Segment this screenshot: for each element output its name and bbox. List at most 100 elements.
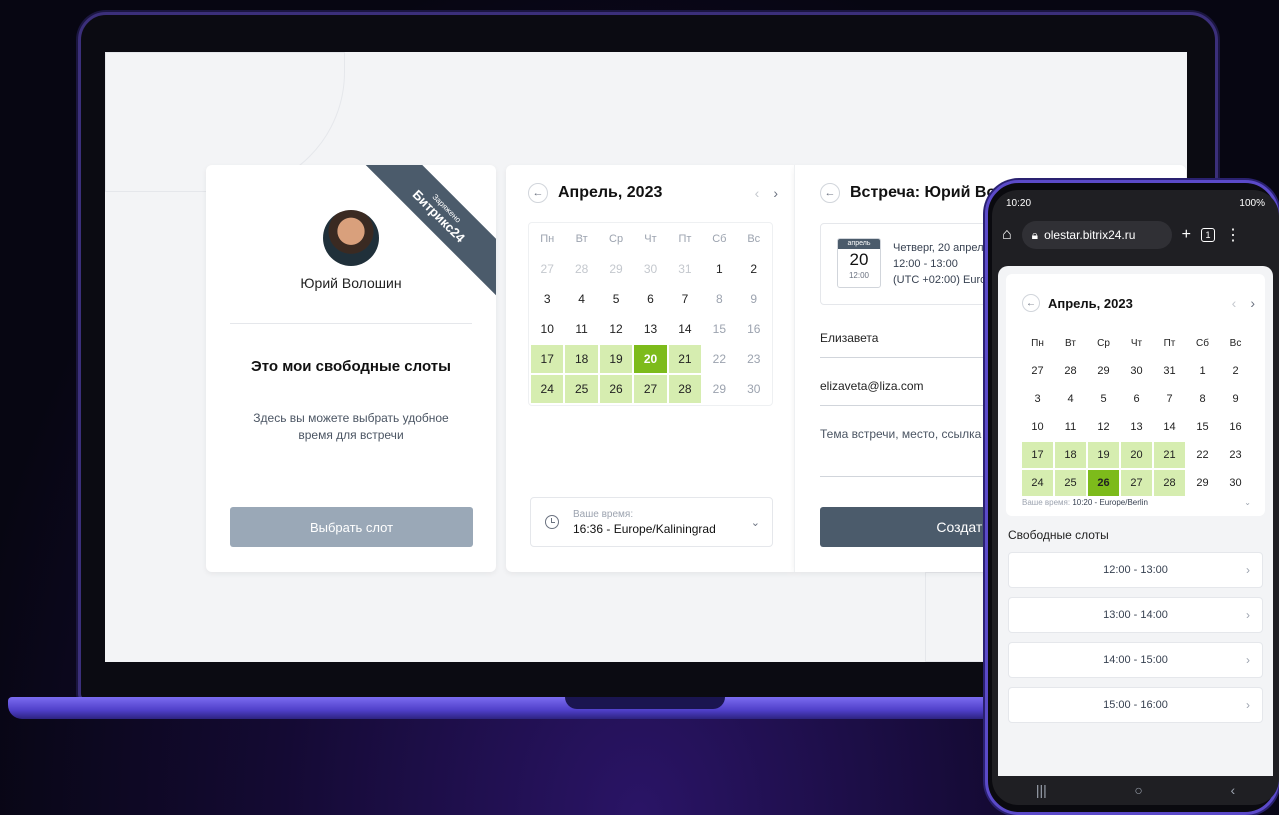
day-cell[interactable]: 20 (1121, 442, 1152, 468)
weekday-header: Вс (747, 233, 761, 245)
new-tab-icon[interactable]: + (1182, 226, 1191, 244)
day-cell[interactable]: 26 (1088, 470, 1119, 496)
phone-screen: 10:20 100% ⌂ 🔒︎ olestar.bitrix24.ru + 1 … (992, 190, 1279, 805)
time-slot[interactable]: 15:00 - 16:00 › (1008, 687, 1263, 723)
day-cell: 13 (1130, 421, 1143, 433)
weekday-header: Вт (1065, 337, 1076, 349)
day-cell: 27 (1031, 365, 1044, 377)
day-cell[interactable]: 19 (1088, 442, 1119, 468)
weekday-header: Пт (678, 233, 692, 245)
weekday-header: Вс (1229, 337, 1242, 349)
laptop-notch (565, 697, 725, 709)
day-cell: 1 (1199, 365, 1206, 377)
day-cell: 29 (712, 382, 727, 396)
chevron-right-icon: › (1246, 608, 1250, 622)
day-cell: 4 (1067, 393, 1074, 405)
day-cell: 5 (612, 292, 620, 306)
next-month-icon[interactable]: › (773, 185, 778, 201)
phone-calendar-grid: Пн Вт Ср Чт Пт Сб Вс 27 28 29 30 31 1 2 3 4 5 6 7 8 9 10 11 12 1… (1022, 330, 1251, 496)
back-arrow-icon[interactable]: ← (1022, 294, 1040, 312)
phone-timezone-select[interactable]: Ваше время: 10:20 - Europe/Berlin ⌄ (1022, 498, 1251, 507)
day-cell[interactable]: 26 (599, 375, 633, 403)
back-nav-icon[interactable]: ‹ (1230, 782, 1235, 798)
home-icon[interactable]: ⌂ (1002, 226, 1012, 244)
day-cell: 2 (1232, 365, 1239, 377)
day-cell: 28 (574, 262, 589, 276)
day-cell[interactable]: 28 (1154, 470, 1185, 496)
day-cell[interactable]: 27 (1121, 470, 1152, 496)
day-cell[interactable]: 25 (1055, 470, 1086, 496)
phone-calendar-card: ← Апрель, 2023 ‹ › Пн Вт Ср Чт Пт Сб Вс 27 28 29 3… (1006, 274, 1265, 516)
day-cell: 5 (1100, 393, 1107, 405)
day-cell[interactable]: 21 (668, 345, 702, 373)
back-arrow-icon[interactable]: ← (820, 183, 840, 203)
calendar-card: ← Апрель, 2023 ‹ › Пн Вт Ср Чт Пт Сб Вс 27 28 29 3… (506, 165, 794, 572)
timezone-select[interactable]: Ваше время: 16:36 - Europe/Kaliningrad ⌄ (530, 497, 773, 547)
chevron-right-icon: › (1246, 653, 1250, 667)
day-cell: 14 (678, 322, 692, 336)
day-cell: 7 (681, 292, 689, 306)
day-cell: 10 (540, 322, 554, 336)
chevron-right-icon: › (1246, 563, 1250, 577)
day-cell: 8 (716, 292, 723, 306)
time-slot[interactable]: 14:00 - 15:00 › (1008, 642, 1263, 678)
day-cell: 22 (712, 352, 727, 366)
day-cell: 27 (540, 262, 554, 276)
day-cell: 13 (643, 322, 658, 336)
weekday-header: Сб (1196, 337, 1209, 349)
day-cell[interactable]: 18 (1055, 442, 1086, 468)
weekday-header: Пт (1163, 337, 1176, 349)
prev-month-icon[interactable]: ‹ (755, 185, 760, 201)
day-cell[interactable]: 18 (565, 345, 598, 373)
day-cell: 12 (1097, 421, 1110, 433)
url-text: olestar.bitrix24.ru (1044, 228, 1136, 242)
day-cell: 4 (578, 292, 585, 306)
calendar-title: Апрель, 2023 (558, 184, 663, 201)
day-cell: 6 (1133, 393, 1140, 405)
divider (230, 323, 472, 324)
weekday-header: Вт (575, 233, 588, 245)
back-arrow-icon[interactable]: ← (528, 183, 548, 203)
day-cell: 3 (1034, 393, 1041, 405)
status-time: 10:20 (1006, 197, 1032, 209)
day-cell: 22 (1196, 449, 1209, 461)
day-cell[interactable]: 27 (634, 375, 667, 403)
day-cell[interactable]: 24 (531, 375, 564, 403)
day-cell[interactable]: 17 (531, 345, 564, 373)
day-cell[interactable]: 17 (1022, 442, 1053, 468)
badge-day: 20 (849, 250, 869, 269)
calendar-grid: Пн Вт Ср Чт Пт Сб Вс 27 28 29 30 31 1 2 3 4 5 6 7 8 9 10 11 12 1… (528, 222, 773, 406)
day-cell: 2 (750, 262, 758, 276)
profile-name: Юрий Волошин (300, 275, 402, 291)
day-cell: 16 (747, 322, 761, 336)
time-slot[interactable]: 13:00 - 14:00 › (1008, 597, 1263, 633)
day-cell[interactable]: 24 (1022, 470, 1053, 496)
phone-page: ← Апрель, 2023 ‹ › Пн Вт Ср Чт Пт Сб Вс 27 28 29 3… (998, 266, 1273, 776)
phone-timezone-label: Ваше время: (1022, 498, 1071, 507)
day-cell[interactable]: 21 (1154, 442, 1185, 468)
menu-icon[interactable]: ⋮ (1225, 225, 1241, 245)
chevron-down-icon: ⌄ (750, 516, 760, 529)
time-slot[interactable]: 12:00 - 13:00 › (1008, 552, 1263, 588)
day-cell[interactable]: 25 (565, 375, 598, 403)
day-cell: 11 (1064, 421, 1077, 433)
next-month-icon[interactable]: › (1250, 295, 1255, 311)
day-cell: 8 (1199, 393, 1206, 405)
day-cell: 29 (1196, 477, 1209, 489)
battery-status: 100% (1239, 197, 1265, 209)
day-cell[interactable]: 28 (668, 375, 702, 403)
day-cell[interactable]: 20 (634, 345, 667, 373)
prev-month-icon[interactable]: ‹ (1232, 295, 1237, 311)
recent-apps-icon[interactable]: ||| (1036, 782, 1047, 798)
tab-switcher-icon[interactable]: 1 (1201, 228, 1216, 242)
day-cell[interactable]: 19 (599, 345, 633, 373)
home-button-icon[interactable]: ○ (1134, 782, 1142, 798)
day-cell: 30 (1229, 477, 1242, 489)
chevron-right-icon: › (1246, 698, 1250, 712)
day-cell: 15 (1196, 421, 1209, 433)
day-cell: 14 (1163, 421, 1176, 433)
weekday-header: Ср (1097, 337, 1110, 349)
day-cell: 30 (747, 382, 761, 396)
address-bar[interactable]: 🔒︎ olestar.bitrix24.ru (1021, 221, 1172, 249)
select-slot-button[interactable]: Выбрать слот (230, 507, 473, 547)
